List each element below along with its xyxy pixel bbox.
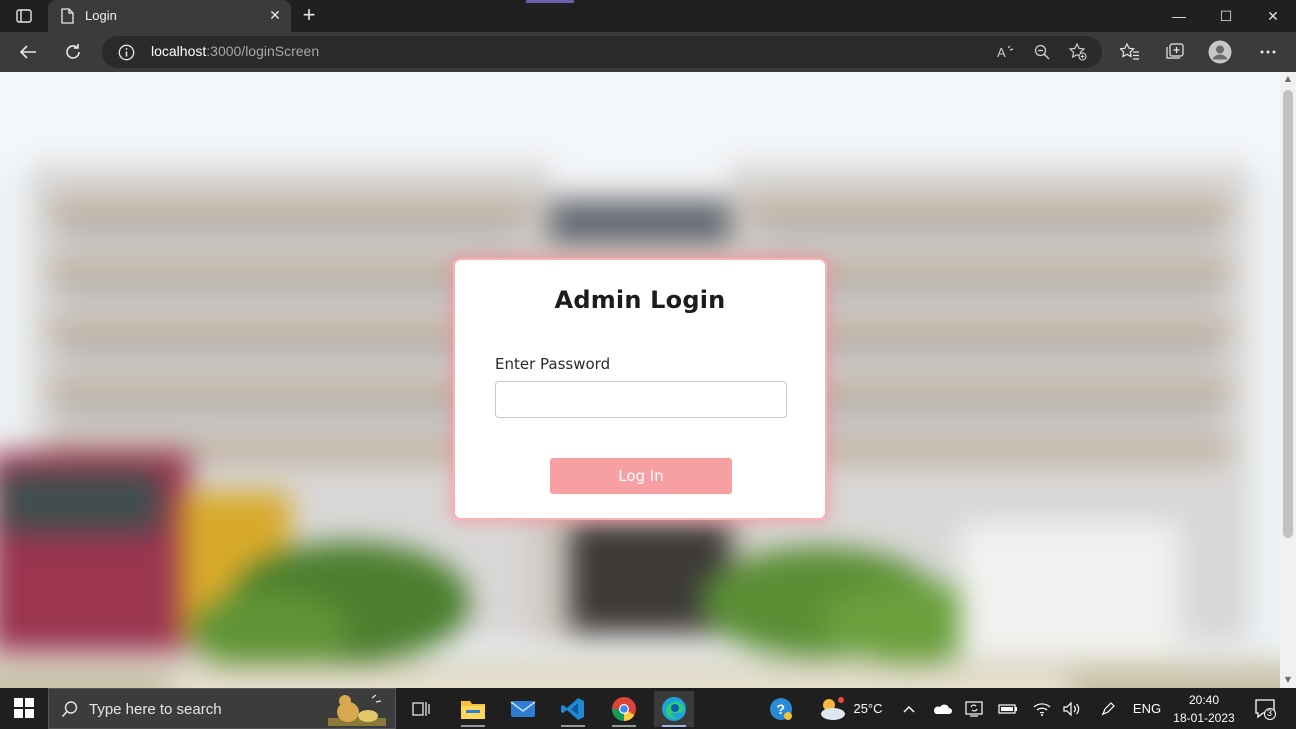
refresh-icon[interactable] xyxy=(60,40,86,64)
onedrive-cloud-icon[interactable] xyxy=(930,688,954,729)
page-scrollbar[interactable]: ▲ ▼ xyxy=(1280,72,1296,688)
weather-icon[interactable] xyxy=(816,688,848,729)
windows-start-icon[interactable] xyxy=(14,698,34,718)
running-indicator xyxy=(561,725,585,727)
password-label: Enter Password xyxy=(495,355,611,373)
svg-text:?: ? xyxy=(777,701,786,717)
scroll-thumb[interactable] xyxy=(1283,90,1293,538)
scroll-up-icon[interactable]: ▲ xyxy=(1283,74,1293,84)
show-hidden-icons-chevron-up-icon[interactable] xyxy=(898,688,920,729)
clock-time: 20:40 xyxy=(1188,693,1220,707)
battery-icon[interactable] xyxy=(996,688,1020,729)
page-viewport: Admin Login Enter Password Log In xyxy=(0,72,1280,688)
tab-close-icon[interactable]: ✕ xyxy=(267,8,283,24)
search-placeholder: Type here to search xyxy=(89,701,222,718)
notification-count: 3 xyxy=(1267,708,1273,718)
search-icon xyxy=(61,700,79,722)
browser-toolbar: localhost:3000/loginScreen A xyxy=(0,32,1296,72)
profile-avatar[interactable] xyxy=(1207,40,1233,64)
browser-tab-login[interactable]: Login ✕ xyxy=(48,0,291,32)
taskbar-clock[interactable]: 20:40 18-01-2023 xyxy=(1166,691,1242,727)
url-host: localhost xyxy=(151,43,207,59)
volume-icon[interactable] xyxy=(1060,688,1084,729)
add-favorite-icon[interactable] xyxy=(1068,43,1088,61)
running-indicator xyxy=(612,725,636,727)
clock-date: 18-01-2023 xyxy=(1173,711,1235,725)
task-view-icon[interactable] xyxy=(401,691,441,727)
tab-title: Login xyxy=(85,8,117,23)
mail-icon[interactable] xyxy=(503,691,543,727)
site-info-icon[interactable] xyxy=(118,44,135,65)
svg-text:A: A xyxy=(997,45,1006,59)
file-explorer-icon[interactable] xyxy=(453,691,493,727)
chrome-icon[interactable] xyxy=(604,691,644,727)
scroll-down-icon[interactable]: ▼ xyxy=(1283,675,1293,685)
browser-tab-bar: Login ✕ + — ☐ ✕ xyxy=(0,0,1296,32)
maximize-button[interactable]: ☐ xyxy=(1215,6,1237,26)
close-window-button[interactable]: ✕ xyxy=(1262,6,1284,26)
notification-center-icon[interactable]: 3 xyxy=(1254,698,1276,724)
zoom-out-icon[interactable] xyxy=(1032,44,1052,60)
tab-drag-accent xyxy=(526,0,574,3)
wifi-icon[interactable] xyxy=(1030,688,1054,729)
tab-actions-icon[interactable] xyxy=(12,6,36,26)
address-bar[interactable]: localhost:3000/loginScreen A xyxy=(102,36,1102,68)
running-indicator xyxy=(461,725,485,727)
read-aloud-icon[interactable]: A xyxy=(996,44,1016,60)
pen-icon[interactable] xyxy=(1096,688,1120,729)
login-card: Admin Login Enter Password Log In xyxy=(453,258,827,520)
more-options-icon[interactable] xyxy=(1255,40,1281,64)
screen-sync-icon[interactable] xyxy=(962,688,986,729)
url-text[interactable]: localhost:3000/loginScreen xyxy=(151,43,319,59)
help-icon[interactable]: ? xyxy=(766,688,796,729)
favorites-icon[interactable] xyxy=(1117,40,1143,64)
minimize-button[interactable]: — xyxy=(1168,6,1190,26)
collections-icon[interactable] xyxy=(1162,40,1188,64)
windows-taskbar: Type here to search ? 25°C ENG 20:40 18-… xyxy=(0,688,1296,729)
url-path: :3000/loginScreen xyxy=(206,43,320,59)
weather-temperature[interactable]: 25°C xyxy=(850,688,886,729)
password-input[interactable] xyxy=(495,381,787,418)
active-indicator xyxy=(662,725,686,727)
input-language[interactable]: ENG xyxy=(1130,688,1164,729)
search-highlight-artwork xyxy=(328,694,386,726)
vscode-icon[interactable] xyxy=(553,691,593,727)
login-button[interactable]: Log In xyxy=(550,458,732,494)
new-tab-button[interactable]: + xyxy=(298,4,320,27)
page-icon xyxy=(60,8,74,28)
login-title: Admin Login xyxy=(554,286,726,314)
back-arrow-icon[interactable] xyxy=(15,40,41,64)
edge-icon[interactable] xyxy=(654,691,694,727)
